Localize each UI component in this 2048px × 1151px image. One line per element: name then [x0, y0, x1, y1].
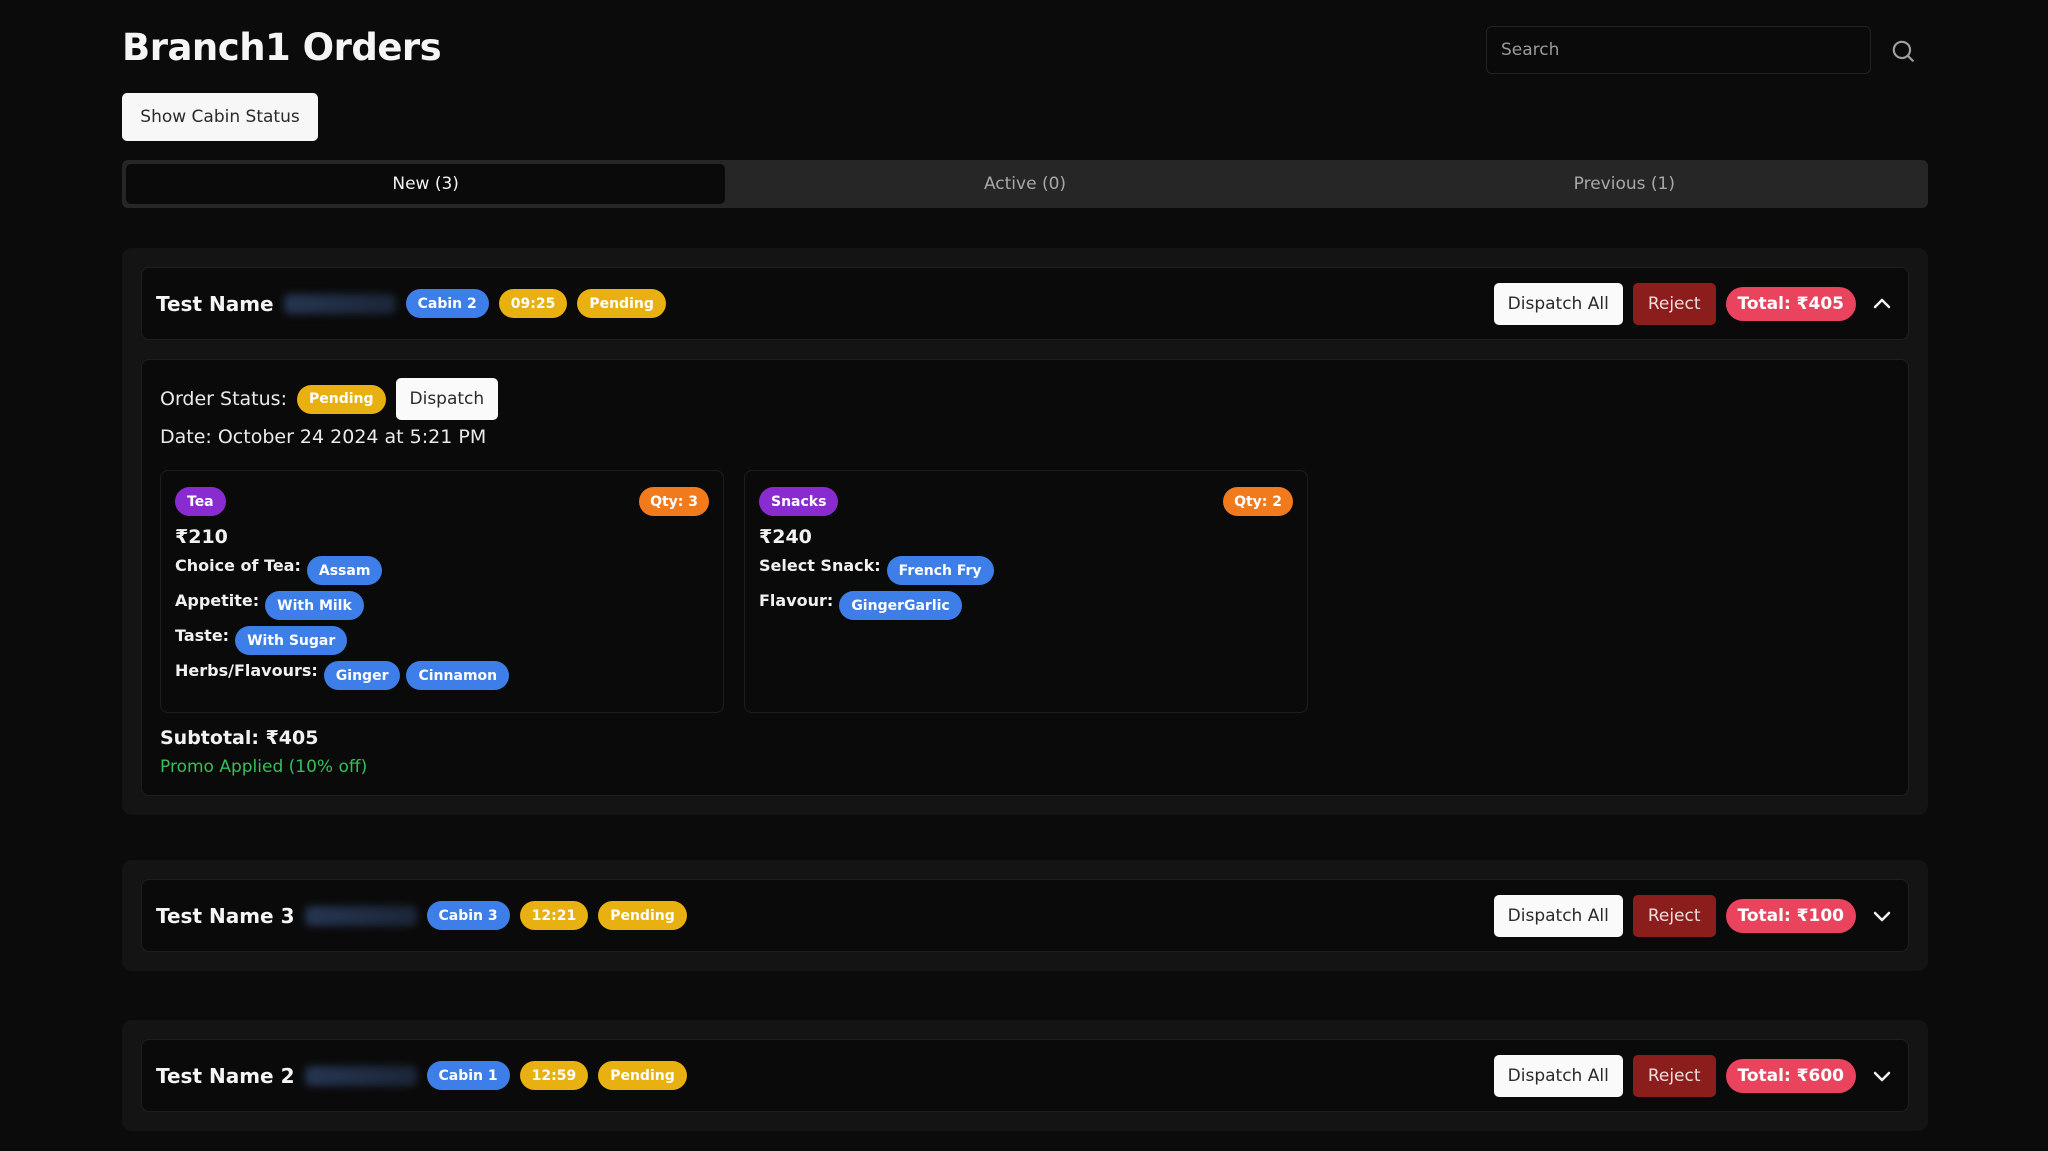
- option-label: Select Snack:: [759, 556, 881, 575]
- customer-name: Test Name: [156, 291, 274, 316]
- show-cabin-status-button[interactable]: Show Cabin Status: [122, 93, 318, 141]
- option-value: Cinnamon: [406, 661, 510, 690]
- order-items: Tea Qty: 3 ₹210 Choice of Tea: Assam App…: [160, 470, 1890, 713]
- item-price: ₹210: [175, 526, 228, 548]
- status-badge: Pending: [598, 901, 687, 930]
- option-value: Ginger: [323, 661, 401, 690]
- time-badge: 12:21: [519, 901, 589, 930]
- customer-phone-blurred: [283, 293, 396, 314]
- dispatch-button[interactable]: Dispatch: [395, 378, 499, 420]
- qty-badge: Qty: 3: [639, 487, 709, 516]
- item-card: Tea Qty: 3 ₹210 Choice of Tea: Assam App…: [160, 470, 724, 713]
- order-status-badge: Pending: [296, 384, 386, 414]
- total-badge: Total: ₹405: [1725, 286, 1856, 321]
- total-badge: Total: ₹100: [1725, 898, 1856, 933]
- order-header[interactable]: Test Name 2 Cabin 1 12:59 Pending Dispat…: [141, 1039, 1909, 1112]
- category-badge: Snacks: [759, 487, 839, 516]
- order-card: Test Name 3 Cabin 3 12:21 Pending Dispat…: [122, 860, 1928, 971]
- option-row: Appetite: With Milk: [175, 589, 709, 620]
- tab-active[interactable]: Active (0): [725, 164, 1324, 204]
- option-row: Herbs/Flavours: Ginger Cinnamon: [175, 659, 709, 690]
- option-value: Assam: [306, 556, 383, 585]
- chevron-up-icon[interactable]: [1870, 292, 1894, 316]
- cabin-badge: Cabin 3: [426, 901, 510, 930]
- qty-badge: Qty: 2: [1223, 487, 1293, 516]
- order-card: Test Name Cabin 2 09:25 Pending Dispatch…: [122, 248, 1928, 815]
- dispatch-all-button[interactable]: Dispatch All: [1493, 894, 1623, 937]
- option-row: Taste: With Sugar: [175, 624, 709, 655]
- page-title: Branch1 Orders: [122, 26, 442, 69]
- item-card: Snacks Qty: 2 ₹240 Select Snack: French …: [744, 470, 1308, 713]
- time-badge: 09:25: [498, 289, 568, 318]
- status-badge: Pending: [577, 289, 666, 318]
- option-value: French Fry: [886, 556, 994, 585]
- order-date: Date: October 24 2024 at 5:21 PM: [160, 426, 487, 448]
- order-header[interactable]: Test Name Cabin 2 09:25 Pending Dispatch…: [141, 267, 1909, 340]
- customer-name: Test Name 2: [156, 1063, 295, 1088]
- option-label: Flavour:: [759, 591, 834, 610]
- order-details: Order Status: Pending Dispatch Date: Oct…: [141, 359, 1909, 796]
- dispatch-all-button[interactable]: Dispatch All: [1493, 1054, 1623, 1097]
- option-row: Choice of Tea: Assam: [175, 554, 709, 585]
- search-input[interactable]: [1486, 26, 1871, 74]
- order-status-label: Order Status:: [160, 388, 287, 410]
- item-price: ₹240: [759, 526, 812, 548]
- customer-phone-blurred: [304, 1065, 417, 1086]
- option-label: Herbs/Flavours:: [175, 661, 318, 680]
- order-status-row: Order Status: Pending Dispatch: [160, 378, 1890, 420]
- reject-button[interactable]: Reject: [1632, 1054, 1716, 1097]
- chevron-down-icon[interactable]: [1870, 904, 1894, 928]
- reject-button[interactable]: Reject: [1632, 282, 1716, 325]
- tab-previous[interactable]: Previous (1): [1325, 164, 1924, 204]
- option-value: GingerGarlic: [839, 591, 962, 620]
- tab-new[interactable]: New (3): [126, 164, 726, 204]
- order-tabs: New (3) Active (0) Previous (1): [122, 160, 1928, 208]
- customer-name: Test Name 3: [156, 903, 295, 928]
- chevron-down-icon[interactable]: [1870, 1064, 1894, 1088]
- dispatch-all-button[interactable]: Dispatch All: [1493, 282, 1623, 325]
- category-badge: Tea: [175, 487, 226, 516]
- cabin-badge: Cabin 2: [405, 289, 489, 318]
- time-badge: 12:59: [519, 1061, 589, 1090]
- reject-button[interactable]: Reject: [1632, 894, 1716, 937]
- cabin-badge: Cabin 1: [426, 1061, 510, 1090]
- option-row: Select Snack: French Fry: [759, 554, 1293, 585]
- status-badge: Pending: [598, 1061, 687, 1090]
- option-label: Taste:: [175, 626, 230, 645]
- option-value: With Sugar: [235, 626, 348, 655]
- order-card: Test Name 2 Cabin 1 12:59 Pending Dispat…: [122, 1020, 1928, 1131]
- order-header[interactable]: Test Name 3 Cabin 3 12:21 Pending Dispat…: [141, 879, 1909, 952]
- subtotal: Subtotal: ₹405: [160, 727, 319, 749]
- option-row: Flavour: GingerGarlic: [759, 589, 1293, 620]
- customer-phone-blurred: [304, 905, 417, 926]
- option-value: With Milk: [265, 591, 364, 620]
- option-label: Appetite:: [175, 591, 260, 610]
- total-badge: Total: ₹600: [1725, 1058, 1856, 1093]
- search-icon[interactable]: [1890, 38, 1916, 64]
- option-label: Choice of Tea:: [175, 556, 301, 575]
- promo-text: Promo Applied (10% off): [160, 757, 368, 777]
